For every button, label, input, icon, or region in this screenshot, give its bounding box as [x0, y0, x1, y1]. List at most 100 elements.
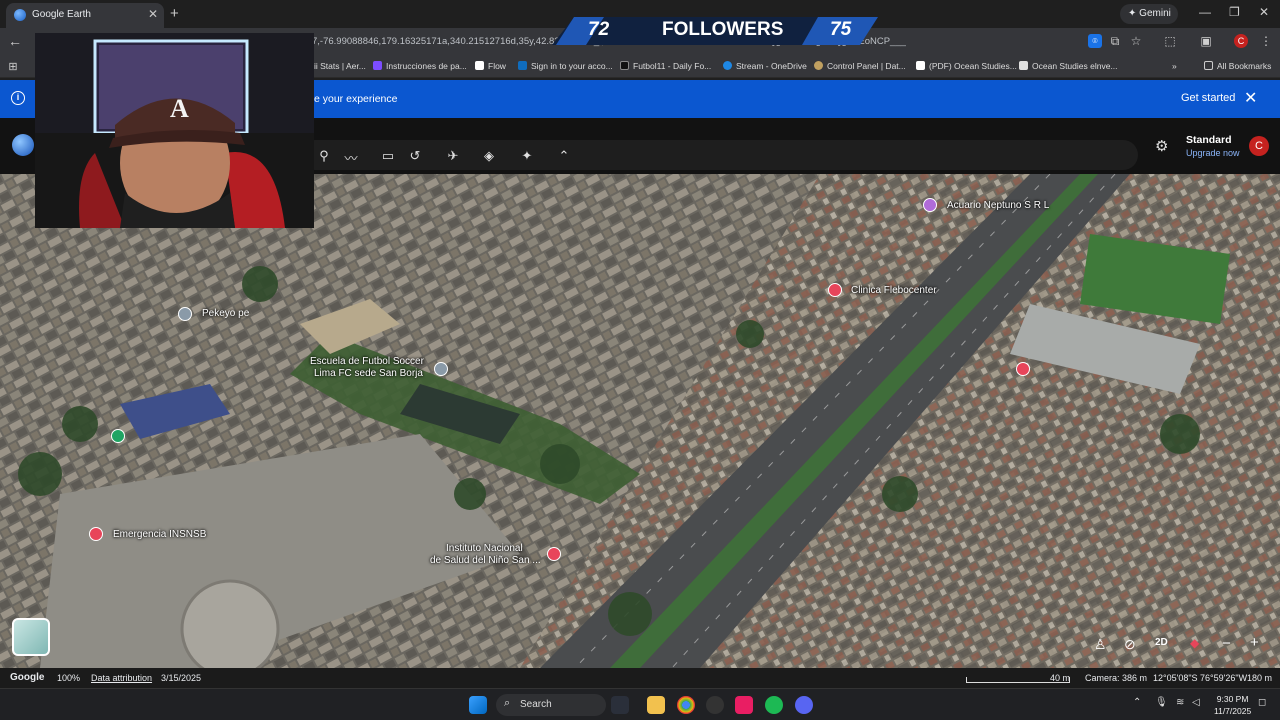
google-earth-favicon-icon	[14, 9, 26, 21]
new-tab-button[interactable]: +	[170, 5, 179, 22]
wifi-icon[interactable]: ≋	[1176, 697, 1184, 708]
get-started-button[interactable]: Get started	[1181, 92, 1235, 104]
zoom-in-icon[interactable]: +	[1250, 634, 1259, 651]
chrome-icon[interactable]	[677, 696, 695, 714]
place-label: Instituto Nacional	[446, 543, 523, 554]
bookmark-item[interactable]: Sign in to your acco...	[518, 61, 613, 71]
data-attribution-link[interactable]: Data attribution	[91, 673, 152, 683]
plan-label: Standard	[1186, 134, 1232, 146]
bookmark-item[interactable]: Futbol11 - Daily Fo...	[620, 61, 711, 71]
profile-avatar[interactable]: C	[1234, 34, 1248, 48]
collapse-chevron-icon[interactable]: ⌃	[556, 148, 572, 164]
taskbar-search[interactable]: ⌕ Search	[496, 694, 606, 716]
pegman-icon[interactable]: ♙	[1094, 636, 1107, 653]
hospital-pin-icon	[828, 283, 842, 297]
webcam-overlay: A	[35, 33, 314, 228]
webcam-streamer-image: A	[35, 33, 314, 228]
followers-current: 72	[588, 19, 610, 40]
minimize-icon[interactable]: —	[1199, 5, 1211, 19]
park-pin-icon	[111, 429, 125, 443]
satellite-icon[interactable]: ✈	[445, 148, 461, 164]
windows-start-icon[interactable]	[469, 696, 487, 714]
scale-label: 40 m	[1050, 673, 1071, 683]
discord-icon[interactable]	[795, 696, 813, 714]
banner-message: e your experience	[314, 93, 398, 105]
zoom-out-icon[interactable]: −	[1222, 635, 1231, 652]
upgrade-link[interactable]: Upgrade now	[1186, 148, 1240, 158]
history-icon[interactable]: ↺	[407, 148, 423, 164]
ai-sparkle-icon[interactable]: ✦	[519, 148, 535, 164]
elevation: 180 m	[1247, 673, 1273, 683]
place-label: Clinica Flebocenter	[851, 285, 937, 296]
bookmark-item[interactable]: Instrucciones de pa...	[373, 61, 467, 71]
hospital-pin-icon	[1016, 362, 1030, 376]
back-arrow-icon[interactable]: ←	[8, 33, 22, 49]
bookmark-star-icon[interactable]: ☆	[1129, 34, 1143, 48]
ruler-icon[interactable]: ▭	[380, 148, 396, 164]
layers-icon[interactable]: ◈	[481, 148, 497, 164]
cap-logo: A	[170, 94, 189, 123]
widgets-icon[interactable]	[611, 696, 629, 714]
followers-label: FOLLOWERS	[662, 19, 784, 40]
placemark-icon[interactable]: ⚲	[316, 148, 332, 164]
notifications-icon[interactable]: ◻	[1258, 697, 1266, 708]
tab-title: Google Earth	[32, 9, 91, 20]
camera-altitude: Camera: 386 m	[1085, 673, 1148, 683]
generic-pin-icon	[178, 307, 192, 321]
zoom-level: 100%	[57, 673, 81, 683]
restore-icon[interactable]: ❐	[1229, 5, 1240, 19]
place-label: Lima FC sede San Borja	[314, 368, 423, 379]
tray-chevron-icon[interactable]: ⌃	[1133, 697, 1141, 708]
microphone-icon[interactable]: 🎙	[1155, 697, 1168, 708]
tiktok-icon[interactable]	[735, 696, 753, 714]
mode-2d-button[interactable]: 2D	[1155, 637, 1168, 648]
map-style-thumbnail[interactable]	[12, 618, 50, 656]
banner-close-icon[interactable]: ✕	[1244, 88, 1257, 108]
file-explorer-icon[interactable]	[647, 696, 665, 714]
place-label: Pekeyo pe	[202, 308, 250, 319]
bookmark-item[interactable]: Control Panel | Dat...	[814, 61, 906, 71]
bookmark-item[interactable]: ii Stats | Aer...	[314, 61, 366, 71]
place-label: de Salud del Niño San ...	[430, 555, 541, 566]
search-label: Search	[520, 699, 552, 710]
window-close-icon[interactable]: ✕	[1259, 5, 1269, 19]
taskbar-clock[interactable]: 9:30 PM 11/7/2025	[1214, 693, 1251, 717]
shop-pin-icon	[923, 198, 937, 212]
apps-grid-icon[interactable]: ⊞	[6, 60, 20, 74]
extensions-icon[interactable]: ⬚	[1163, 34, 1177, 48]
earth-globe-icon[interactable]	[12, 134, 34, 156]
volume-icon[interactable]: ◁	[1192, 697, 1200, 708]
earth-avatar[interactable]: C	[1249, 136, 1269, 156]
settings-gear-icon[interactable]: ⚙	[1155, 137, 1168, 155]
rotate-lock-icon[interactable]: ⊘	[1124, 636, 1136, 653]
spotify-icon[interactable]	[765, 696, 783, 714]
gemini-button[interactable]: ✦ Gemini	[1120, 4, 1178, 24]
bookmark-item[interactable]: (PDF) Ocean Studies...	[916, 61, 1017, 71]
bookmark-item[interactable]: Stream - OneDrive	[723, 61, 807, 71]
tool-pill	[300, 140, 1138, 170]
all-bookmarks-folder[interactable]: All Bookmarks	[1204, 61, 1271, 71]
windows-taskbar: ⌕ Search ⌃ 🎙 ≋ ◁ 9:30 PM 11/7/2025 ◻	[0, 688, 1280, 720]
cast-icon[interactable]: ⧉	[1108, 34, 1122, 48]
coordinates: 12°05'08"S 76°59'26"W	[1153, 673, 1248, 683]
place-label: Escuela de Futbol Soccer	[310, 356, 424, 367]
hospital-pin-icon	[547, 547, 561, 561]
compass-icon[interactable]: ◆	[1190, 636, 1199, 650]
bookmark-item[interactable]: Flow	[475, 61, 506, 71]
side-panel-icon[interactable]: ▣	[1199, 34, 1213, 48]
clock-date: 11/7/2025	[1214, 706, 1252, 716]
path-icon[interactable]: 〰	[343, 148, 359, 166]
satellite-map-view[interactable]: Acuario Neptuno S R L Clinica Flebocente…	[0, 174, 1280, 668]
bookmark-item[interactable]: Ocean Studies elnve...	[1019, 61, 1118, 71]
google-logo: Google	[10, 672, 45, 683]
school-pin-icon	[434, 362, 448, 376]
info-icon: i	[11, 91, 25, 105]
menu-kebab-icon[interactable]: ⋮	[1259, 34, 1273, 48]
bookmarks-overflow-icon[interactable]: »	[1172, 61, 1177, 71]
obs-icon[interactable]	[706, 696, 724, 714]
tab-close-icon[interactable]: ✕	[148, 7, 158, 21]
search-icon: ⌕	[504, 697, 511, 709]
followers-goal-overlay: 72 FOLLOWERS 75	[552, 17, 878, 45]
tab-google-earth[interactable]: Google Earth ✕	[6, 3, 164, 28]
google-lens-icon[interactable]: ⌾	[1088, 34, 1102, 48]
